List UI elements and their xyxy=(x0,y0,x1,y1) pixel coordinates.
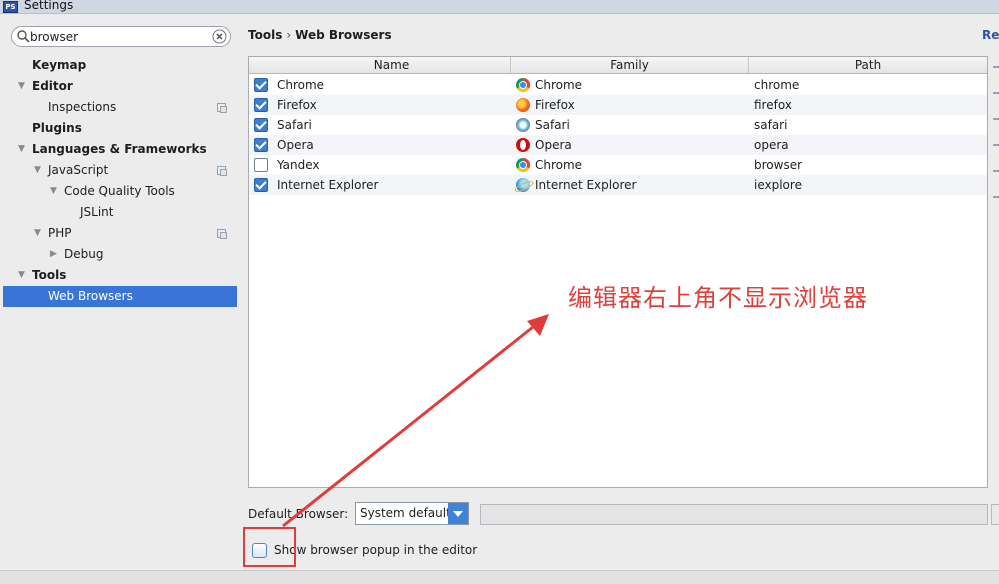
annotation-text: 编辑器右上角不显示浏览器 xyxy=(568,284,868,312)
bottom-bar xyxy=(0,570,999,584)
